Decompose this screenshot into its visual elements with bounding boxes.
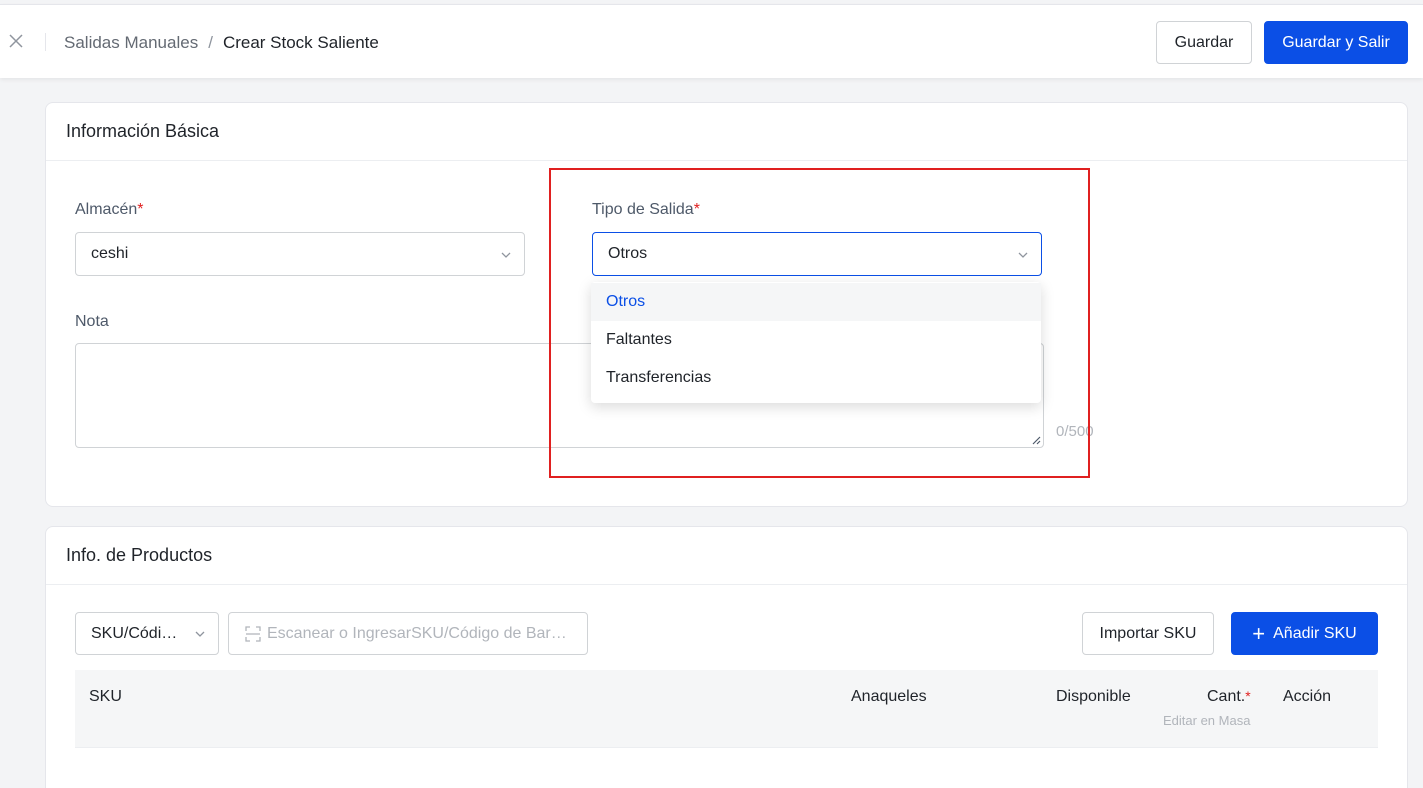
sku-search-input[interactable]: Escanear o IngresarSKU/Código de Barras bbox=[228, 612, 588, 655]
exit-type-dropdown: Otros Faltantes Transferencias bbox=[591, 282, 1041, 403]
dropdown-option-faltantes[interactable]: Faltantes bbox=[591, 321, 1041, 359]
note-counter: 0/500 bbox=[1056, 423, 1094, 440]
resize-handle-icon[interactable] bbox=[1031, 435, 1041, 445]
header-divider bbox=[45, 33, 46, 51]
column-action: Acción bbox=[1283, 688, 1332, 705]
column-available: Disponible bbox=[1056, 688, 1131, 705]
exit-type-select[interactable]: Otros bbox=[592, 232, 1042, 276]
close-icon bbox=[9, 34, 23, 48]
column-shelves: Anaqueles bbox=[851, 688, 927, 705]
note-label: Nota bbox=[75, 313, 109, 330]
warehouse-label: Almacén* bbox=[75, 201, 144, 218]
breadcrumb-current: Crear Stock Saliente bbox=[222, 33, 379, 52]
search-type-value: SKU/Códi… bbox=[91, 624, 178, 642]
page-header: Salidas Manuales / Crear Stock Saliente … bbox=[0, 4, 1423, 78]
dropdown-option-transferencias[interactable]: Transferencias bbox=[591, 359, 1041, 397]
save-button[interactable]: Guardar bbox=[1156, 21, 1252, 64]
close-button[interactable] bbox=[6, 31, 26, 51]
chevron-down-icon bbox=[195, 631, 205, 637]
breadcrumb-separator: / bbox=[208, 33, 213, 52]
exit-type-label: Tipo de Salida* bbox=[592, 201, 700, 218]
products-table-header: SKU Anaqueles Disponible Cant.* Editar e… bbox=[75, 670, 1378, 748]
breadcrumb: Salidas Manuales / Crear Stock Saliente bbox=[64, 33, 379, 53]
bulk-edit-link[interactable]: Editar en Masa bbox=[1163, 713, 1250, 728]
column-qty: Cant.* bbox=[1207, 688, 1251, 705]
search-type-select[interactable]: SKU/Códi… bbox=[75, 612, 219, 655]
products-card: Info. de Productos bbox=[45, 526, 1408, 788]
chevron-down-icon bbox=[501, 252, 511, 258]
search-placeholder: Escanear o IngresarSKU/Código de Barras bbox=[267, 624, 572, 642]
add-sku-button[interactable]: + Añadir SKU bbox=[1231, 612, 1378, 655]
chevron-down-icon bbox=[1018, 252, 1028, 258]
scan-icon bbox=[245, 625, 261, 642]
add-sku-label: Añadir SKU bbox=[1273, 624, 1357, 642]
basic-info-title: Información Básica bbox=[46, 103, 1407, 161]
breadcrumb-parent[interactable]: Salidas Manuales bbox=[64, 33, 198, 53]
exit-type-value: Otros bbox=[608, 245, 648, 262]
import-sku-button[interactable]: Importar SKU bbox=[1082, 612, 1214, 655]
dropdown-option-otros[interactable]: Otros bbox=[591, 283, 1041, 321]
warehouse-select[interactable]: ceshi bbox=[75, 232, 525, 276]
column-sku: SKU bbox=[89, 688, 122, 705]
warehouse-value: ceshi bbox=[91, 245, 129, 262]
save-and-exit-button[interactable]: Guardar y Salir bbox=[1264, 21, 1408, 64]
products-title: Info. de Productos bbox=[46, 527, 1407, 585]
plus-icon: + bbox=[1252, 620, 1266, 646]
